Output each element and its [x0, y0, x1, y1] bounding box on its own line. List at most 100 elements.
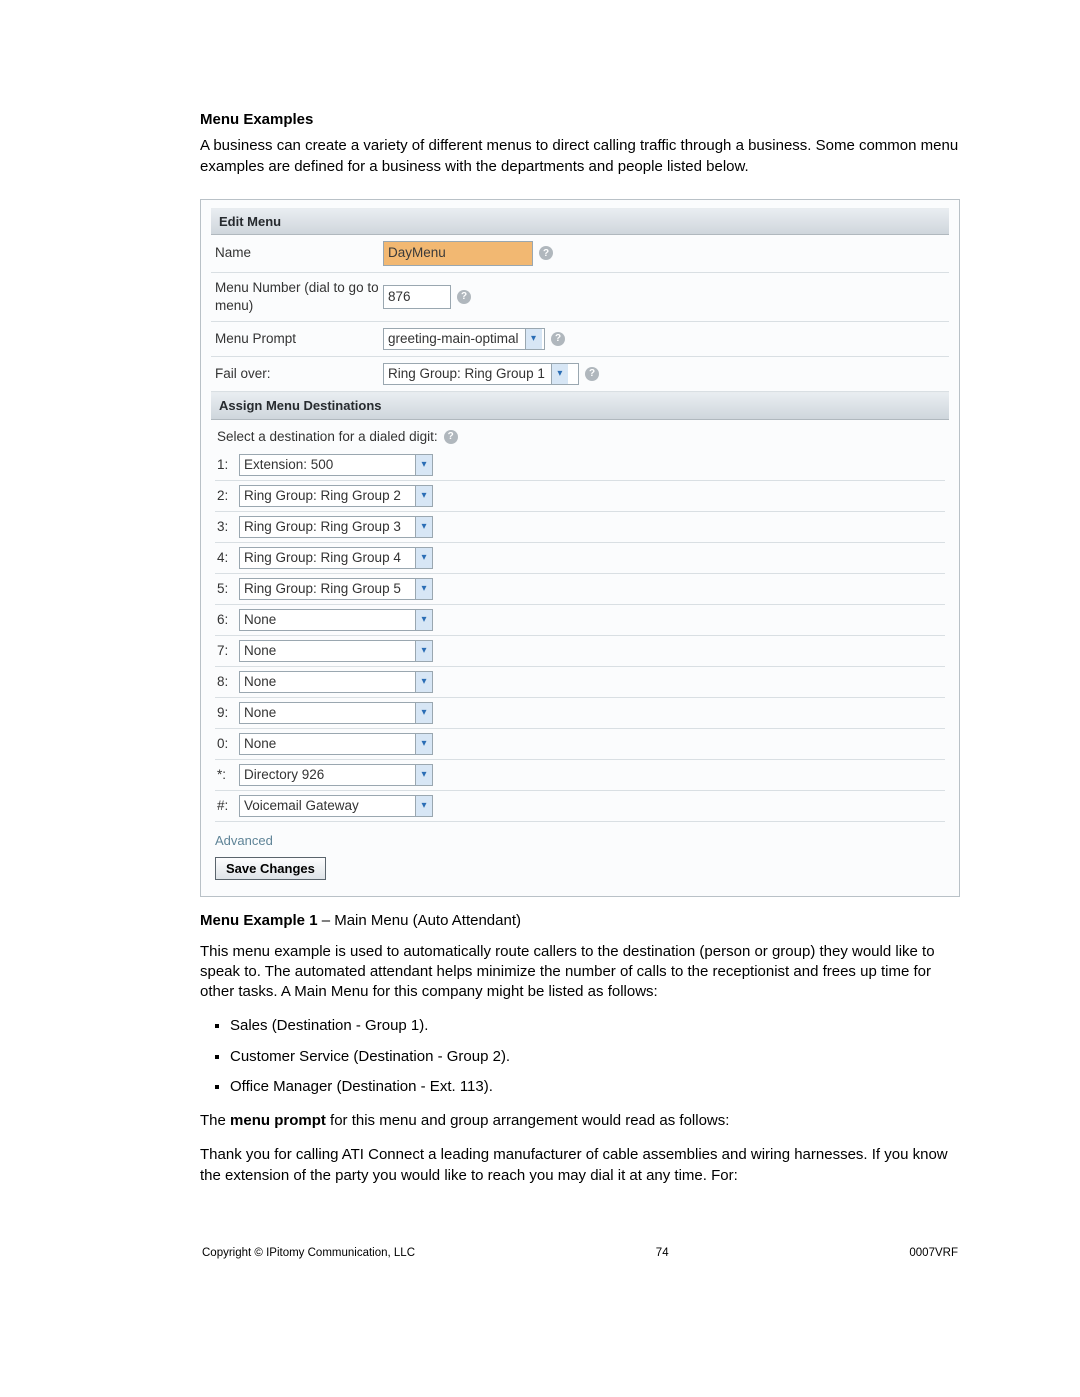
- destination-digit: *:: [217, 766, 239, 784]
- destination-row: 4:Ring Group: Ring Group 4▾: [215, 543, 945, 574]
- page-footer: Copyright © IPitomy Communication, LLC 7…: [200, 1246, 960, 1262]
- destination-row: 5:Ring Group: Ring Group 5▾: [215, 574, 945, 605]
- panel-title: Edit Menu: [211, 208, 949, 236]
- prompt-intro-pre: The: [200, 1112, 230, 1129]
- destination-digit: 5:: [217, 580, 239, 598]
- field-prompt-row: Menu Prompt greeting-main-optimal ▾ ?: [211, 322, 949, 357]
- destination-select[interactable]: Directory 926▾: [239, 764, 433, 786]
- prompt-select[interactable]: greeting-main-optimal ▾: [383, 328, 545, 350]
- destination-digit: 2:: [217, 487, 239, 505]
- prompt-label: Menu Prompt: [215, 330, 383, 348]
- help-icon[interactable]: ?: [457, 290, 471, 304]
- destination-select-value: Ring Group: Ring Group 3: [244, 518, 415, 536]
- chevron-down-icon: ▾: [415, 765, 432, 785]
- destination-row: 1:Extension: 500▾: [215, 450, 945, 481]
- destination-select[interactable]: Voicemail Gateway▾: [239, 795, 433, 817]
- destination-select-value: Voicemail Gateway: [244, 797, 415, 815]
- destination-digit: 8:: [217, 673, 239, 691]
- chevron-down-icon: ▾: [415, 734, 432, 754]
- destination-select[interactable]: None▾: [239, 702, 433, 724]
- destination-select[interactable]: Extension: 500▾: [239, 454, 433, 476]
- destination-row: 8:None▾: [215, 667, 945, 698]
- help-icon[interactable]: ?: [585, 367, 599, 381]
- chevron-down-icon: ▾: [525, 329, 542, 349]
- number-label: Menu Number (dial to go to menu): [215, 279, 383, 315]
- destination-digit: 4:: [217, 549, 239, 567]
- destination-row: #:Voicemail Gateway▾: [215, 791, 945, 822]
- chevron-down-icon: ▾: [415, 455, 432, 475]
- destination-digit: 1:: [217, 456, 239, 474]
- edit-menu-panel: Edit Menu Name DayMenu ? Menu Number (di…: [200, 199, 960, 898]
- list-item: Office Manager (Destination - Ext. 113).: [230, 1077, 960, 1097]
- destination-row: 7:None▾: [215, 636, 945, 667]
- destination-select[interactable]: None▾: [239, 609, 433, 631]
- destination-row: 0:None▾: [215, 729, 945, 760]
- destination-select[interactable]: Ring Group: Ring Group 2▾: [239, 485, 433, 507]
- prompt-intro-bold: menu prompt: [230, 1112, 326, 1129]
- destination-select[interactable]: Ring Group: Ring Group 4▾: [239, 547, 433, 569]
- destination-row: 9:None▾: [215, 698, 945, 729]
- footer-right: 0007VRF: [909, 1246, 958, 1262]
- footer-left: Copyright © IPitomy Communication, LLC: [202, 1246, 415, 1262]
- prompt-select-value: greeting-main-optimal: [388, 330, 525, 348]
- destination-digit: 0:: [217, 735, 239, 753]
- destinations-section: Select a destination for a dialed digit:…: [211, 420, 949, 822]
- destinations-header: Assign Menu Destinations: [211, 392, 949, 420]
- example1-heading-bold: Menu Example 1: [200, 912, 318, 929]
- field-name-row: Name DayMenu ?: [211, 235, 949, 272]
- failover-select[interactable]: Ring Group: Ring Group 1 ▾: [383, 363, 579, 385]
- prompt-intro-paragraph: The menu prompt for this menu and group …: [200, 1111, 960, 1131]
- chevron-down-icon: ▾: [415, 703, 432, 723]
- example1-heading-rest: – Main Menu (Auto Attendant): [318, 912, 521, 929]
- chevron-down-icon: ▾: [415, 517, 432, 537]
- destination-row: 6:None▾: [215, 605, 945, 636]
- example1-paragraph: This menu example is used to automatical…: [200, 942, 960, 1003]
- section-heading: Menu Examples: [200, 110, 960, 130]
- help-icon[interactable]: ?: [539, 246, 553, 260]
- destination-select-value: Directory 926: [244, 766, 415, 784]
- destination-digit: 3:: [217, 518, 239, 536]
- destination-select-value: None: [244, 673, 415, 691]
- destination-select-value: Extension: 500: [244, 456, 415, 474]
- destination-digit: 6:: [217, 611, 239, 629]
- name-input[interactable]: DayMenu: [383, 241, 533, 265]
- chevron-down-icon: ▾: [415, 579, 432, 599]
- list-item: Customer Service (Destination - Group 2)…: [230, 1047, 960, 1067]
- chevron-down-icon: ▾: [415, 641, 432, 661]
- destination-row: 2:Ring Group: Ring Group 2▾: [215, 481, 945, 512]
- destination-digit: 9:: [217, 704, 239, 722]
- destination-row: 3:Ring Group: Ring Group 3▾: [215, 512, 945, 543]
- destination-select[interactable]: None▾: [239, 640, 433, 662]
- destination-select[interactable]: None▾: [239, 671, 433, 693]
- chevron-down-icon: ▾: [415, 610, 432, 630]
- destination-select-value: None: [244, 642, 415, 660]
- destination-digit: 7:: [217, 642, 239, 660]
- intro-paragraph: A business can create a variety of diffe…: [200, 136, 960, 177]
- help-icon[interactable]: ?: [551, 332, 565, 346]
- chevron-down-icon: ▾: [415, 548, 432, 568]
- chevron-down-icon: ▾: [551, 364, 568, 384]
- failover-select-value: Ring Group: Ring Group 1: [388, 365, 551, 383]
- footer-center: 74: [656, 1246, 669, 1262]
- chevron-down-icon: ▾: [415, 486, 432, 506]
- destination-select[interactable]: Ring Group: Ring Group 3▾: [239, 516, 433, 538]
- destinations-caption: Select a destination for a dialed digit:: [217, 428, 438, 446]
- destination-row: *:Directory 926▾: [215, 760, 945, 791]
- chevron-down-icon: ▾: [415, 796, 432, 816]
- save-changes-button[interactable]: Save Changes: [215, 857, 326, 880]
- help-icon[interactable]: ?: [444, 430, 458, 444]
- destination-select[interactable]: None▾: [239, 733, 433, 755]
- destination-select[interactable]: Ring Group: Ring Group 5▾: [239, 578, 433, 600]
- destination-digit: #:: [217, 797, 239, 815]
- destination-select-value: Ring Group: Ring Group 5: [244, 580, 415, 598]
- failover-label: Fail over:: [215, 365, 383, 383]
- prompt-intro-post: for this menu and group arrangement woul…: [326, 1112, 730, 1129]
- destinations-caption-row: Select a destination for a dialed digit:…: [215, 422, 945, 450]
- advanced-link[interactable]: Advanced: [211, 822, 277, 858]
- list-item: Sales (Destination - Group 1).: [230, 1016, 960, 1036]
- number-input[interactable]: 876: [383, 285, 451, 309]
- destination-select-value: None: [244, 704, 415, 722]
- name-label: Name: [215, 244, 383, 262]
- field-failover-row: Fail over: Ring Group: Ring Group 1 ▾ ?: [211, 357, 949, 392]
- closing-paragraph: Thank you for calling ATI Connect a lead…: [200, 1145, 960, 1186]
